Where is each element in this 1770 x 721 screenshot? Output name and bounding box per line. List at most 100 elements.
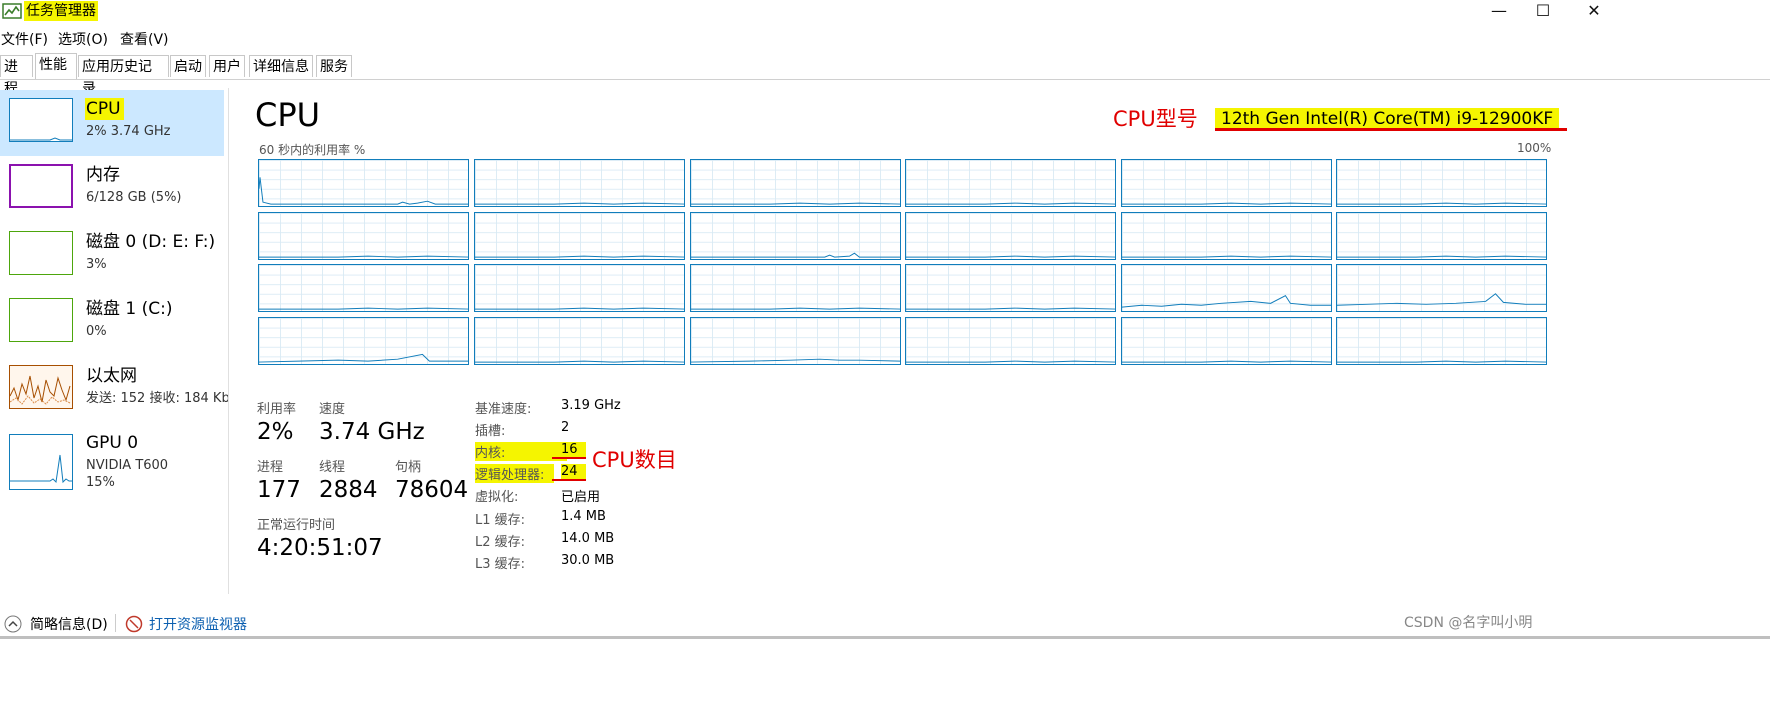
l3-cache-label: L3 缓存: [475,557,526,572]
footer-divider [115,614,116,632]
logical-processor-graph [690,159,901,207]
disk-graph-icon [9,298,73,342]
logical-processor-graph [474,264,685,312]
l3-cache-value: 30.0 MB [561,553,615,568]
ethernet-graph-icon [9,365,73,409]
minimize-button[interactable]: — [1477,0,1521,22]
gpu-graph-icon [9,434,73,490]
logical-processor-graph [1336,159,1547,207]
title-bar: 任务管理器 — ☐ ✕ [0,0,1770,22]
sidebar-item-label: GPU 0 [86,433,139,453]
cpu-count-annotation: CPU数目 [592,448,677,472]
utilization-line [906,202,1115,205]
sidebar-item-value: 0% [86,324,107,339]
logical-processor-graph [690,317,901,365]
menu-file[interactable]: 文件(F) [1,29,48,49]
tab-app-history[interactable]: 应用历史记录 [78,55,169,97]
annotation-underline [552,479,586,481]
utilization-line [691,252,900,258]
logical-processor-graph [258,212,469,260]
menu-options[interactable]: 选项(O) [58,29,108,49]
utilization-line [475,360,684,363]
utilization-line [259,307,468,310]
sidebar-item-label: 磁盘 1 (C:) [86,299,173,319]
logical-processor-graph [1336,212,1547,260]
utilization-line [906,255,1115,258]
utilization-line [1122,202,1331,205]
tab-performance[interactable]: 性能 [35,53,77,79]
watermark: CSDN @名字叫小明 [1404,615,1533,631]
utilization-line [475,202,684,205]
sidebar-item-value: NVIDIA T600 [86,458,169,473]
processes-label: 进程 [257,460,284,475]
cpu-model-annotation: CPU型号 [1113,107,1198,131]
utilization-line [906,360,1115,363]
logical-processor-graph [905,212,1116,260]
l1-cache-label: L1 缓存: [475,513,526,528]
utilization-value: 2% [257,419,294,445]
utilization-line [475,255,684,258]
logical-processor-graph [1121,317,1332,365]
resource-monitor-icon [125,615,143,633]
open-resource-monitor-link[interactable]: 打开资源监视器 [149,614,247,634]
cpu-model-name: 12th Gen Intel(R) Core(TM) i9-12900KF [1215,108,1560,130]
task-manager-icon [2,3,22,19]
base-speed-label: 基准速度: [475,402,532,417]
sidebar-item-value: 15% [86,475,115,490]
sidebar-item-ethernet[interactable]: 以太网 发送: 152 接收: 184 Kb [0,357,230,423]
sidebar-item-gpu-0[interactable]: GPU 0 NVIDIA T600 15% [0,424,224,500]
logical-processor-graph [1336,317,1547,365]
tab-bar: 进程 性能 应用历史记录 启动 用户 详细信息 服务 [0,53,1770,97]
annotation-underline [1215,128,1567,131]
sidebar-item-cpu[interactable]: CPU 2% 3.74 GHz [0,90,224,156]
base-speed-value: 3.19 GHz [561,398,621,413]
graph-max-label: 100% [1517,141,1552,155]
collapse-chevron-icon[interactable] [4,615,22,633]
utilization-line [691,307,900,310]
logical-processor-graph [905,264,1116,312]
handles-label: 句柄 [395,460,422,475]
close-button[interactable]: ✕ [1572,0,1616,22]
sidebar-item-label: 内存 [86,165,120,185]
tab-startup[interactable]: 启动 [170,55,206,77]
resource-sidebar: CPU 2% 3.74 GHz 内存 6/128 GB (5%) 磁盘 0 (D… [0,82,230,612]
logical-processor-graphs [258,159,1548,367]
sidebar-item-disk-1[interactable]: 磁盘 1 (C:) 0% [0,290,224,356]
l1-cache-value: 1.4 MB [561,509,606,524]
speed-label: 速度 [319,402,346,417]
sidebar-item-label: CPU [85,98,124,120]
utilization-line [259,353,468,363]
tab-services[interactable]: 服务 [316,55,352,77]
utilization-line [691,202,900,205]
threads-value: 2884 [319,477,378,503]
sidebar-item-value: 6/128 GB (5%) [86,190,182,205]
logical-processors-value: 24 [561,464,586,479]
memory-graph-icon [9,164,73,208]
cpu-graph-icon [9,98,73,142]
sockets-label: 插槽: [475,424,506,439]
utilization-line [1337,293,1546,306]
sidebar-item-value: 3% [86,257,107,272]
utilization-line [1337,360,1546,363]
logical-processor-graph [474,159,685,207]
sidebar-item-value: 发送: 152 接收: 184 Kb [86,391,230,406]
logical-processor-graph [258,159,469,207]
utilization-line [1122,295,1331,308]
sidebar-item-memory[interactable]: 内存 6/128 GB (5%) [0,156,224,222]
sidebar-item-disk-0[interactable]: 磁盘 0 (D: E: F:) 3% [0,223,224,289]
logical-processor-graph [1121,264,1332,312]
l2-cache-value: 14.0 MB [561,531,615,546]
menu-view[interactable]: 查看(V) [120,29,169,49]
fewer-details-link[interactable]: 简略信息(D) [30,614,108,634]
utilization-line [1337,255,1546,258]
tab-processes[interactable]: 进程 [0,55,33,97]
tab-users[interactable]: 用户 [209,55,245,77]
maximize-button[interactable]: ☐ [1521,0,1565,22]
tab-details[interactable]: 详细信息 [249,55,313,77]
logical-processor-graph [474,212,685,260]
utilization-label: 利用率 [257,402,297,417]
bottom-border [0,636,1770,639]
cores-value: 16 [561,442,586,457]
utilization-line [475,307,684,310]
logical-processors-label: 逻辑处理器: [475,464,555,483]
